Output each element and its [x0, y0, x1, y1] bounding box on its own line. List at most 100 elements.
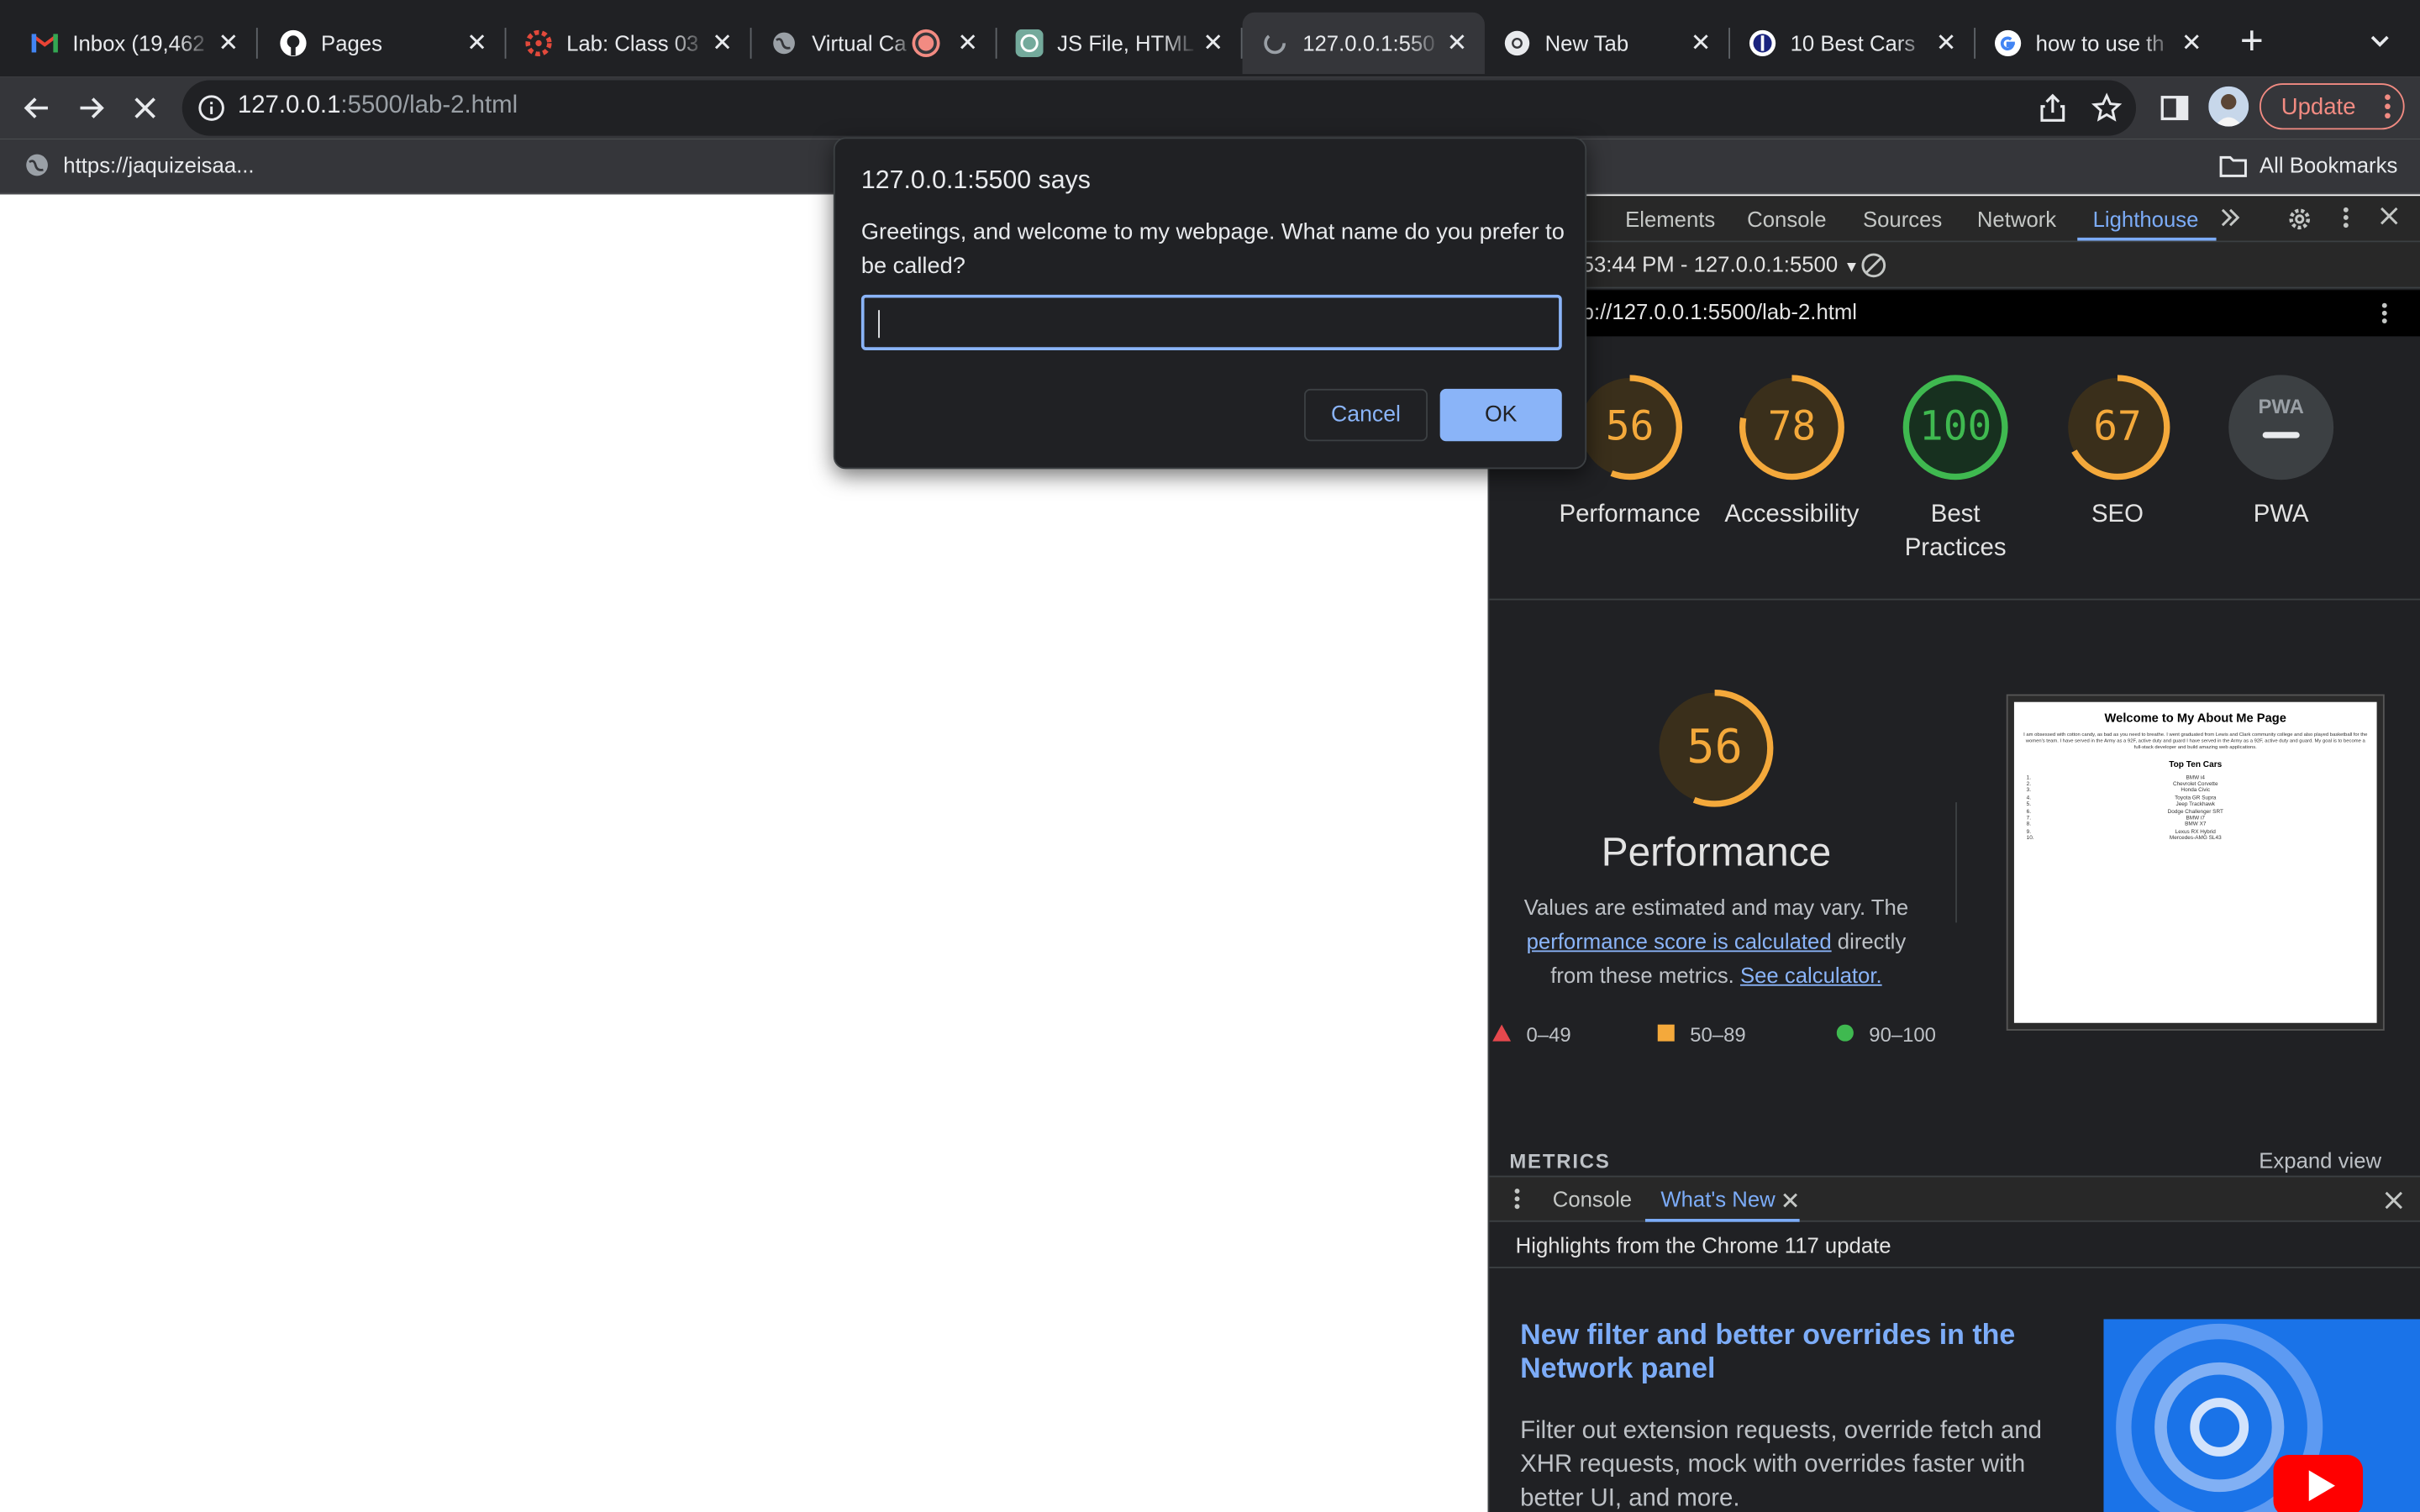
list-number: 3. [2026, 787, 2031, 794]
whats-new-title-link[interactable]: New filter and better overrides in the N… [1520, 1318, 2075, 1386]
forward-button[interactable] [70, 87, 113, 129]
url-host: 127.0.0.1 [237, 92, 341, 119]
tab-title: Virtual Ca [812, 30, 907, 56]
tab-localhost[interactable]: 127.0.0.1:550 ✕ [1242, 12, 1485, 75]
list-number: 6. [2026, 807, 2031, 815]
side-panel-icon[interactable] [2156, 90, 2193, 127]
more-tabs-icon[interactable] [2217, 205, 2242, 234]
score-label: Best Practices [1904, 501, 2007, 562]
drawer-tab-console[interactable]: Console [1553, 1186, 1632, 1210]
site-icon [1749, 29, 1776, 57]
tab-lab-class[interactable]: Lab: Class 03 ✕ [506, 13, 752, 74]
tab-best-cars[interactable]: 10 Best Cars ✕ [1730, 13, 1976, 74]
tab-console[interactable]: Console [1747, 207, 1826, 231]
tab-js-file[interactable]: JS File, HTML ✕ [997, 13, 1243, 74]
close-icon[interactable]: ✕ [2176, 28, 2207, 59]
tab-lighthouse[interactable]: Lighthouse [2093, 207, 2199, 231]
score-accessibility[interactable]: 78 Accessibility [1715, 372, 1870, 533]
dropdown-icon: ▼ [1844, 259, 1860, 276]
stop-loading-button[interactable] [124, 87, 166, 129]
close-drawer-icon[interactable] [2385, 1189, 2403, 1214]
play-icon [2273, 1455, 2364, 1512]
close-icon[interactable]: ✕ [952, 28, 983, 59]
devtools-panel: Elements Console Sources Network Lightho… [1487, 196, 2420, 1512]
tab-strip: Inbox (19,462 ✕ Pages ✕ Lab: Class 03 ✕ … [0, 0, 2420, 77]
cancel-button[interactable]: Cancel [1304, 388, 1428, 442]
car-list-item: 4. Toyota GR Supra [2023, 795, 2368, 801]
list-number: 4. [2026, 794, 2031, 801]
car-name: Dodge Challenger SRT [2167, 807, 2223, 815]
more-vert-icon[interactable] [2343, 205, 2349, 234]
expand-view-button[interactable]: Expand view [2259, 1148, 2381, 1173]
bookmark-item[interactable]: https://jaquizeisaa... [24, 153, 255, 177]
close-icon[interactable]: ✕ [461, 28, 492, 59]
score-best-practices[interactable]: 100 Best Practices [1878, 372, 2033, 566]
share-icon[interactable] [2034, 90, 2071, 127]
page-screenshot-thumbnail[interactable]: Welcome to My About Me Page I am obsesse… [2006, 694, 2385, 1031]
tab-network[interactable]: Network [1977, 207, 2056, 231]
tab-virtual[interactable]: Virtual Ca ✕ [751, 13, 997, 74]
close-icon [134, 97, 155, 118]
car-name: Mercedes-AMG SL43 [2169, 835, 2222, 842]
drawer-tab-whats-new[interactable]: What's New [1660, 1186, 1775, 1210]
more-vert-icon[interactable] [2385, 92, 2391, 126]
canvas-icon [524, 29, 552, 57]
close-icon[interactable]: ✕ [1931, 28, 1962, 59]
tab-elements[interactable]: Elements [1625, 207, 1715, 231]
clear-icon[interactable] [1860, 251, 1887, 286]
back-button[interactable] [15, 87, 58, 129]
whats-new-video-thumbnail[interactable] [2103, 1319, 2420, 1512]
gauge: 100 [1900, 372, 2011, 483]
active-tab-indicator [2077, 237, 2217, 241]
prompt-input[interactable] [860, 294, 1562, 350]
tab-gmail[interactable]: Inbox (19,462 ✕ [13, 13, 258, 74]
score-pwa[interactable]: PWA PWA [2204, 372, 2359, 533]
new-tab-button[interactable]: + [2232, 20, 2272, 62]
car-list-item: 2. Chevrolet Corvette [2023, 780, 2368, 787]
close-icon[interactable]: ✕ [1442, 28, 1473, 59]
vertical-divider [1955, 802, 1957, 923]
close-icon[interactable]: ✕ [213, 28, 244, 59]
site-info-icon[interactable] [197, 94, 225, 122]
close-icon[interactable]: ✕ [1197, 28, 1228, 59]
ok-button[interactable]: OK [1439, 388, 1562, 442]
screen: Inbox (19,462 ✕ Pages ✕ Lab: Class 03 ✕ … [0, 0, 2420, 1512]
score-calculated-link[interactable]: performance score is calculated [1527, 929, 1832, 953]
tab-new-tab[interactable]: New Tab ✕ [1485, 13, 1730, 74]
tab-google[interactable]: how to use th ✕ [1975, 13, 2219, 74]
close-icon[interactable]: ✕ [707, 28, 738, 59]
car-list-item: 7. BMW i7 [2023, 815, 2368, 822]
report-url-bar: p://127.0.0.1:5500/lab-2.html [1489, 290, 2420, 337]
more-vert-icon[interactable] [1514, 1186, 1520, 1215]
car-name: BMW i4 [2186, 774, 2206, 780]
close-icon[interactable] [1781, 1189, 1800, 1214]
score-seo[interactable]: 67 SEO [2040, 372, 2195, 533]
avatar[interactable] [2208, 86, 2249, 127]
bookmark-star-icon[interactable] [2088, 90, 2125, 127]
metrics-label: METRICS [1509, 1149, 1611, 1173]
legend-label: 50–89 [1690, 1022, 1746, 1047]
devtools-tabbar: Elements Console Sources Network Lightho… [1489, 196, 2420, 243]
update-button[interactable]: Update [2259, 83, 2405, 130]
tab-title: 127.0.0.1:550 [1302, 30, 1435, 56]
address-bar[interactable]: 127.0.0.1:5500/lab-2.html [182, 80, 2137, 136]
globe-icon [771, 29, 798, 57]
report-selector[interactable]: 53:44 PM - 127.0.0.1:5500 ▼ [1582, 251, 1860, 276]
close-icon[interactable] [2378, 205, 2400, 231]
section-divider [1489, 1266, 2420, 1268]
all-bookmarks-button[interactable]: All Bookmarks [2219, 153, 2397, 177]
tab-title: Inbox (19,462 [72, 30, 205, 56]
svg-text:PWA: PWA [2259, 396, 2304, 418]
see-calculator-link[interactable]: See calculator. [1740, 963, 1882, 987]
tab-sources[interactable]: Sources [1863, 207, 1942, 231]
tab-title: JS File, HTML [1057, 30, 1195, 56]
tab-search-icon[interactable] [2365, 24, 2396, 55]
settings-gear-icon[interactable] [2286, 205, 2313, 238]
chrome-icon [1503, 29, 1531, 57]
car-name: Toyota GR Supra [2175, 794, 2217, 801]
back-arrow-icon [24, 97, 48, 118]
desc-text: Values are estimated and may vary. The [1523, 895, 1909, 920]
close-icon[interactable]: ✕ [1686, 28, 1717, 59]
tab-github-pages[interactable]: Pages ✕ [260, 13, 507, 74]
more-vert-icon[interactable] [2381, 301, 2387, 333]
